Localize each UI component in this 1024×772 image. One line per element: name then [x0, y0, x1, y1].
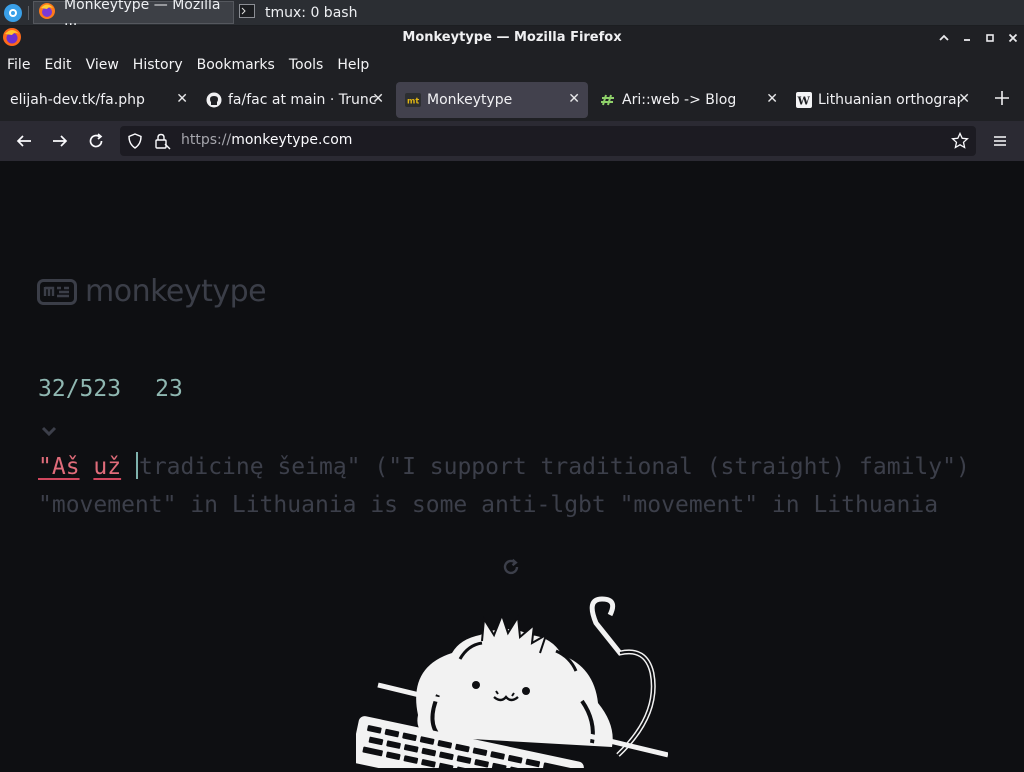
typed-word-error: už: [93, 454, 122, 480]
maximize-icon: [986, 34, 994, 42]
monkeytype-icon: mt: [405, 92, 421, 108]
untyped-text: tradicinę šeimą" ("I support traditional…: [138, 454, 970, 480]
os-taskbar: Monkeytype — Mozilla ... tmux: 0 bash: [0, 0, 1024, 29]
wikipedia-icon: W: [796, 92, 812, 108]
restart-test-button[interactable]: [502, 558, 520, 580]
url-scheme: https://: [181, 132, 232, 148]
typing-caret: [135, 452, 138, 479]
app-launcher-icon[interactable]: [4, 4, 22, 22]
reload-button[interactable]: [86, 131, 106, 151]
chevron-down-icon: [41, 426, 57, 437]
live-wpm: 23: [155, 376, 183, 402]
logo-text: monkeytype: [85, 274, 267, 309]
taskbar-task-terminal[interactable]: tmux: 0 bash: [237, 1, 433, 24]
menu-help[interactable]: Help: [337, 57, 369, 73]
tab-label: elijah-dev.tk/fa.php: [10, 92, 145, 108]
menu-view[interactable]: View: [86, 57, 119, 73]
new-tab-button[interactable]: [994, 89, 1010, 109]
test-stats: 32/523 23: [38, 376, 183, 402]
hamburger-menu-icon: [994, 136, 1006, 146]
chevron-up-icon: [939, 34, 949, 41]
terminal-icon: [239, 3, 255, 22]
tab-bar: elijah-dev.tk/fa.php ✕ fa/fac at main · …: [0, 79, 1024, 121]
tab-close-icon[interactable]: ✕: [568, 91, 580, 107]
monkey-typing-icon: [351, 596, 669, 772]
tab-close-icon[interactable]: ✕: [958, 91, 970, 107]
tab-label: fa/fac at main · Trunc: [228, 92, 377, 108]
arrow-right-icon: [53, 135, 68, 147]
window-maximize-button[interactable]: [981, 29, 999, 47]
window-collapse-button[interactable]: [935, 29, 953, 47]
tab-label: Ari::web -> Blog: [622, 92, 737, 108]
arrow-left-icon: [16, 135, 31, 147]
shield-icon[interactable]: [127, 133, 143, 153]
window-minimize-button[interactable]: [958, 29, 976, 47]
lock-icon[interactable]: [153, 132, 171, 154]
back-button[interactable]: [14, 131, 34, 151]
word-progress: 32/523: [38, 376, 122, 402]
forward-button[interactable]: [50, 131, 70, 151]
plus-icon: [995, 91, 1009, 105]
url-text: https://monkeytype.com: [181, 132, 352, 148]
monkey-mascot-illustration: [351, 595, 669, 772]
app-menu-button[interactable]: [990, 131, 1010, 151]
window-titlebar: Monkeytype — Mozilla Firefox: [0, 26, 1024, 51]
bookmark-star-icon[interactable]: [951, 131, 969, 154]
tab-ari-web-blog[interactable]: Ari::web -> Blog ✕: [592, 82, 786, 118]
menu-bar: File Edit View History Bookmarks Tools H…: [0, 51, 1024, 79]
tab-elijah-dev[interactable]: elijah-dev.tk/fa.php ✕: [0, 82, 196, 118]
menu-file[interactable]: File: [7, 57, 30, 73]
menu-edit[interactable]: Edit: [44, 57, 71, 73]
expand-quote-info-button[interactable]: [41, 421, 57, 440]
taskbar-task-firefox[interactable]: Monkeytype — Mozilla ...: [33, 0, 234, 29]
taskbar-separator: [28, 6, 29, 20]
typed-word-error: "Aš: [38, 454, 80, 480]
ari-web-icon: [600, 92, 616, 108]
url-bar[interactable]: https://monkeytype.com: [120, 126, 976, 156]
restart-icon: [503, 558, 519, 575]
tab-label: Monkeytype: [427, 92, 513, 108]
firefox-icon: [38, 2, 56, 24]
window-close-button[interactable]: [1004, 29, 1022, 47]
menu-bookmarks[interactable]: Bookmarks: [197, 57, 275, 73]
url-host: monkeytype.com: [231, 132, 353, 148]
github-icon: [206, 92, 222, 108]
svg-text:W: W: [797, 95, 811, 108]
words-line-2[interactable]: "movement" in Lithuania is some anti-lgb…: [38, 492, 938, 518]
minimize-icon: [964, 39, 970, 41]
tab-close-icon[interactable]: ✕: [176, 91, 188, 107]
window-title: Monkeytype — Mozilla Firefox: [402, 30, 622, 45]
svg-text:mt: mt: [407, 97, 419, 106]
reload-icon: [89, 133, 103, 148]
tab-label: Lithuanian orthograp: [818, 92, 960, 108]
menu-history[interactable]: History: [133, 57, 183, 73]
keyboard-logo-icon: [37, 278, 77, 305]
tab-close-icon[interactable]: ✕: [766, 91, 778, 107]
taskbar-task-label: tmux: 0 bash: [265, 4, 358, 21]
page-content: monkeytype 32/523 23 "Aš už tradicinę šei…: [0, 161, 1024, 772]
taskbar-task-label: Monkeytype — Mozilla ...: [64, 0, 221, 29]
tab-github-fac[interactable]: fa/fac at main · Trunc ✕: [198, 82, 392, 118]
tab-lithuanian-orthography[interactable]: W Lithuanian orthograp ✕: [788, 82, 978, 118]
untyped-text: "movement" in Lithuania is some anti-lgb…: [38, 492, 939, 518]
menu-tools[interactable]: Tools: [289, 57, 324, 73]
words-line-1[interactable]: "Aš už tradicinę šeimą" ("I support trad…: [38, 452, 970, 481]
navigation-bar: https://monkeytype.com: [0, 121, 1024, 161]
monkeytype-logo[interactable]: monkeytype: [37, 274, 267, 309]
tab-monkeytype[interactable]: mt Monkeytype ✕: [396, 82, 588, 118]
close-icon: [1008, 33, 1018, 43]
tab-close-icon[interactable]: ✕: [372, 91, 384, 107]
